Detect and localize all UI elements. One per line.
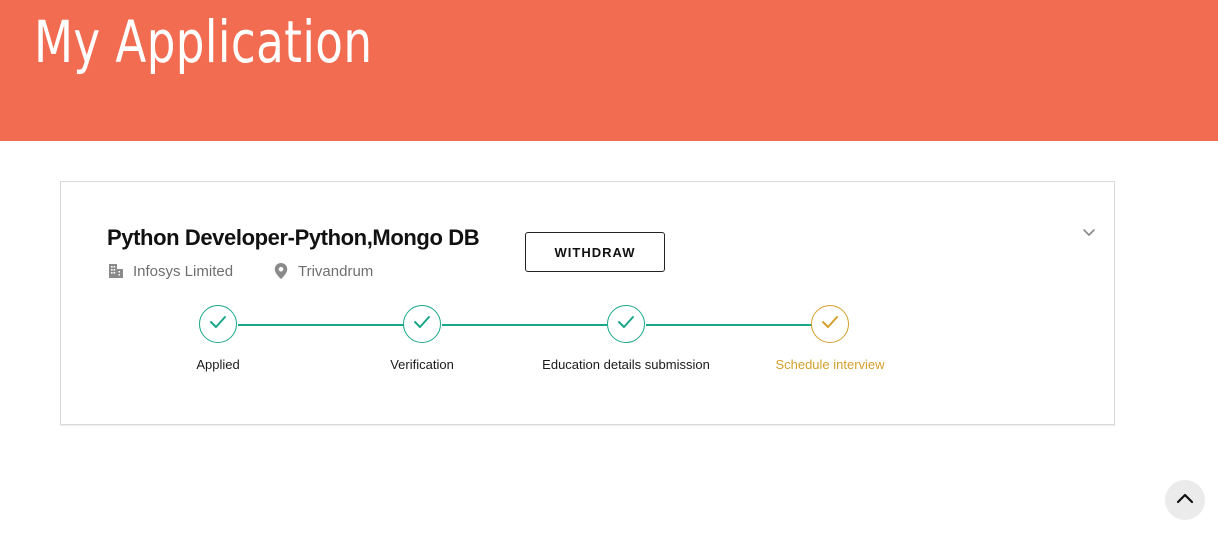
job-title: Python Developer-Python,Mongo DB bbox=[107, 225, 480, 250]
withdraw-button[interactable]: WITHDRAW bbox=[525, 232, 665, 272]
company-info: Infosys Limited bbox=[107, 262, 233, 280]
step-applied-indicator bbox=[199, 305, 237, 343]
page-title: My Application bbox=[34, 8, 373, 76]
step-verification-indicator bbox=[403, 305, 441, 343]
step-label-education: Education details submission bbox=[542, 357, 710, 372]
progress-connector bbox=[646, 324, 812, 326]
step-label-interview: Schedule interview bbox=[775, 357, 885, 372]
check-icon bbox=[208, 314, 228, 335]
step-label-verification: Verification bbox=[390, 357, 454, 372]
map-pin-icon bbox=[272, 262, 290, 280]
company-name: Infosys Limited bbox=[133, 262, 234, 280]
scroll-to-top-button[interactable] bbox=[1165, 480, 1205, 520]
chevron-up-icon bbox=[1174, 490, 1196, 511]
progress-connector bbox=[442, 324, 608, 326]
step-interview-indicator bbox=[811, 305, 849, 343]
location-name: Trivandrum bbox=[298, 262, 374, 280]
check-icon bbox=[616, 314, 636, 335]
check-icon bbox=[820, 314, 840, 335]
application-card: Python Developer-Python,Mongo DB Infosys… bbox=[60, 181, 1115, 425]
building-icon bbox=[107, 262, 125, 280]
check-icon bbox=[412, 314, 432, 335]
chevron-down-icon[interactable] bbox=[1079, 224, 1099, 240]
step-education-indicator bbox=[607, 305, 645, 343]
location-info: Trivandrum bbox=[272, 262, 373, 280]
progress-connector bbox=[238, 324, 404, 326]
page-header: My Application bbox=[0, 0, 1218, 141]
step-label-applied: Applied bbox=[196, 357, 240, 372]
